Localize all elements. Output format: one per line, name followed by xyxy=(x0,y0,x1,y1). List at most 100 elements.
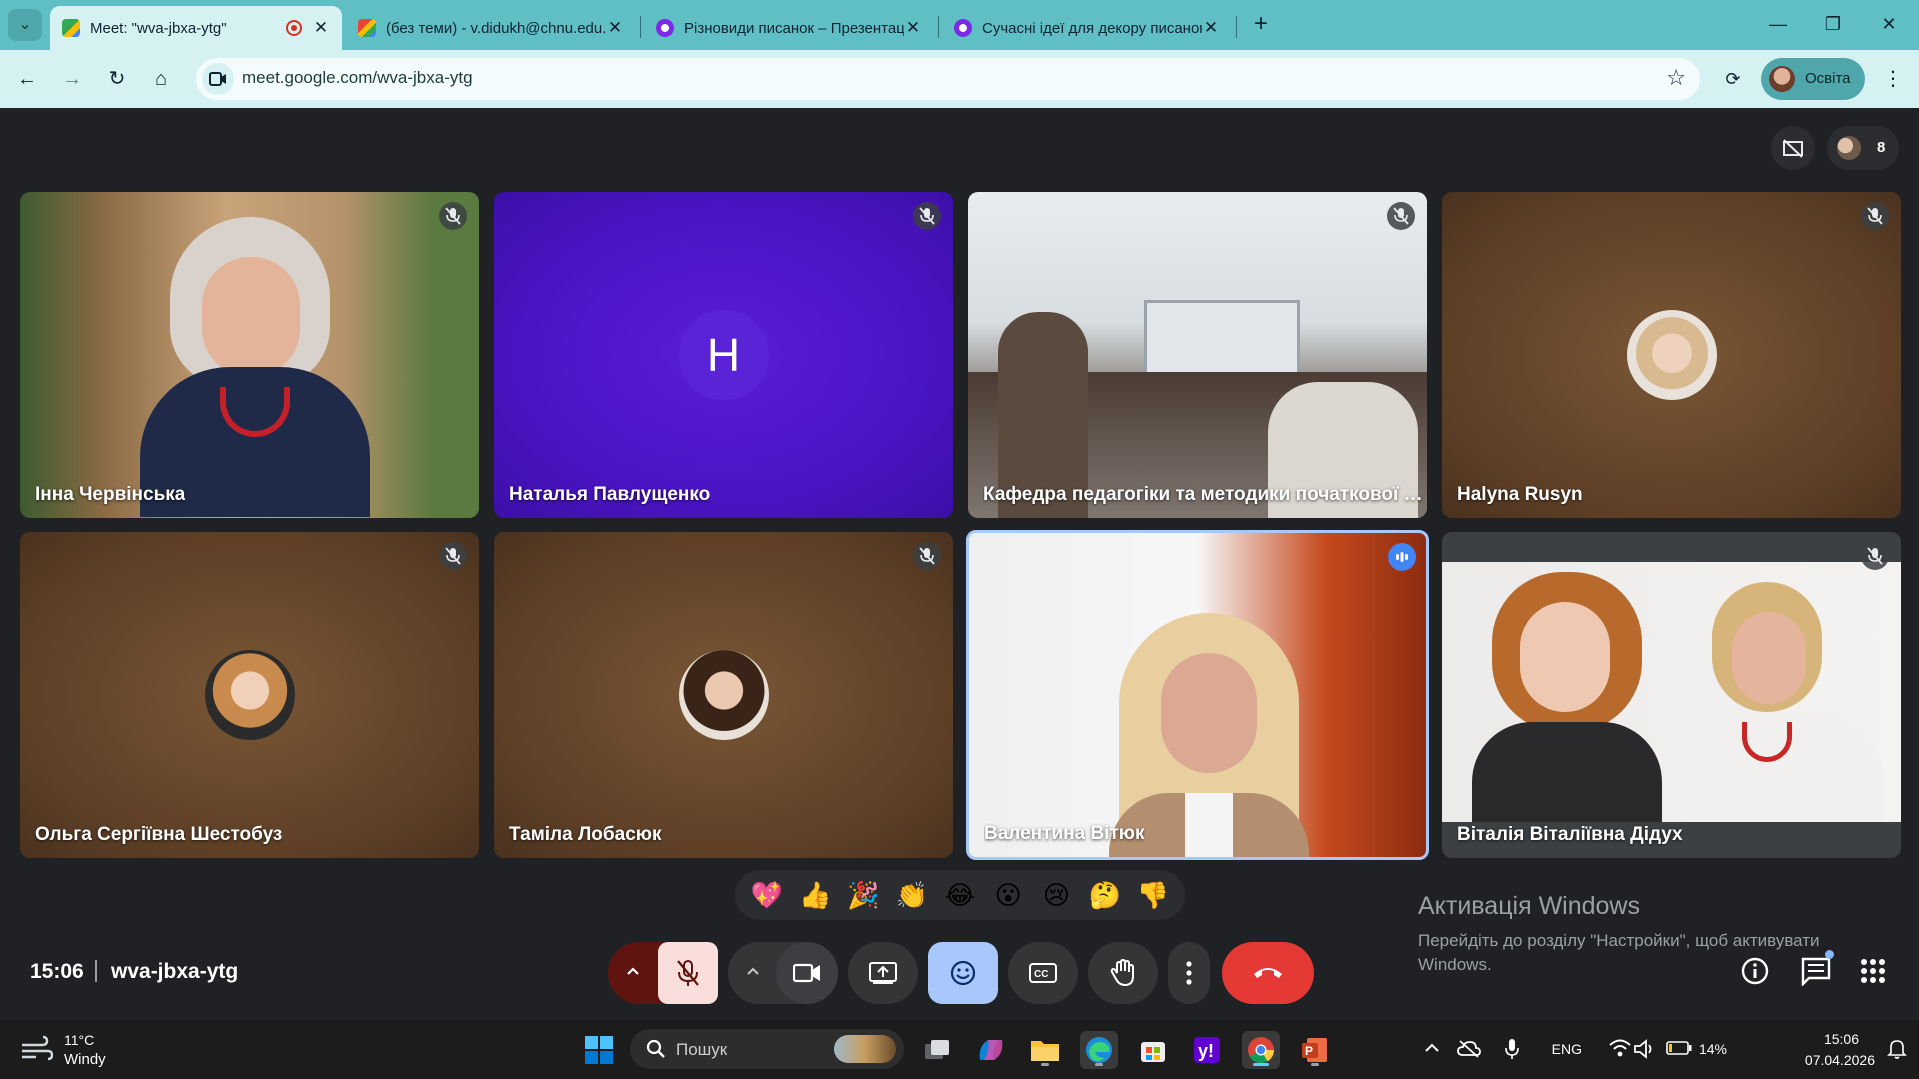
battery-icon[interactable] xyxy=(1666,1041,1692,1055)
microphone-icon[interactable] xyxy=(1505,1038,1519,1060)
video-tile[interactable]: Віталія Віталіївна Дідух xyxy=(1442,532,1901,858)
participant-name: Таміла Лобасюк xyxy=(509,824,662,845)
more-options-button[interactable] xyxy=(1168,942,1210,1004)
home-button[interactable]: ⌂ xyxy=(144,62,178,96)
profile-label: Освіта xyxy=(1805,70,1851,87)
task-view-icon[interactable] xyxy=(918,1031,956,1069)
battery-percent: 14% xyxy=(1698,1041,1727,1057)
reaction-thinking-icon[interactable]: 🤔 xyxy=(1085,880,1125,911)
tab-separator xyxy=(938,16,939,38)
audio-options-button[interactable] xyxy=(608,942,658,1004)
camera-toggle-button[interactable] xyxy=(776,942,838,1004)
edge-icon[interactable] xyxy=(1080,1031,1118,1069)
mic-toggle-button[interactable] xyxy=(658,942,718,1004)
reaction-thumbs-up-icon[interactable]: 👍 xyxy=(795,880,835,911)
canva-favicon-icon xyxy=(954,19,972,37)
chrome-icon[interactable] xyxy=(1242,1031,1280,1069)
reaction-heart-icon[interactable]: 💖 xyxy=(747,880,787,911)
back-button[interactable]: ← xyxy=(10,62,44,96)
video-tile[interactable]: Кафедра педагогіки та методики початково… xyxy=(968,192,1427,518)
participant-avatar xyxy=(1626,310,1717,400)
reaction-clap-icon[interactable]: 👏 xyxy=(892,880,932,911)
svg-text:P: P xyxy=(1305,1044,1313,1058)
participant-name: Віталія Віталіївна Дідух xyxy=(1457,824,1683,845)
url-text: meet.google.com/wva-jbxa-ytg xyxy=(242,68,473,87)
reload-button[interactable]: ↻ xyxy=(100,62,134,96)
video-tile[interactable]: Halyna Rusyn xyxy=(1442,192,1901,518)
close-tab-icon[interactable]: ✕ xyxy=(606,18,624,38)
video-options-button[interactable] xyxy=(728,942,778,1004)
windows-start-icon[interactable] xyxy=(580,1031,618,1069)
reactions-toggle-button[interactable] xyxy=(928,942,998,1004)
reaction-sad-icon[interactable]: 😢 xyxy=(1036,880,1076,911)
raise-hand-button[interactable] xyxy=(1088,942,1158,1004)
reaction-party-icon[interactable]: 🎉 xyxy=(844,880,884,911)
taskbar-date[interactable]: 07.04.2026 xyxy=(1805,1052,1875,1068)
running-indicator xyxy=(1095,1063,1103,1066)
hide-video-icon[interactable] xyxy=(1771,126,1815,170)
language-indicator[interactable]: ENG xyxy=(1552,1041,1582,1057)
video-tile[interactable]: Таміла Лобасюк xyxy=(494,532,953,858)
new-tab-button[interactable]: + xyxy=(1246,10,1276,38)
reaction-surprised-icon[interactable]: 😮 xyxy=(988,880,1028,911)
tab-search-button[interactable]: ⌄ xyxy=(8,9,42,41)
file-explorer-icon[interactable] xyxy=(1026,1031,1064,1069)
bookmark-star-icon[interactable]: ☆ xyxy=(1666,65,1686,91)
chevron-up-icon[interactable] xyxy=(1425,1043,1439,1053)
search-highlight-image xyxy=(834,1035,896,1063)
wifi-icon[interactable] xyxy=(1609,1039,1631,1057)
close-tab-icon[interactable]: ✕ xyxy=(1202,18,1220,38)
minimize-button[interactable]: — xyxy=(1755,8,1801,40)
muted-mic-icon xyxy=(1861,202,1889,230)
participant-name: Інна Червінська xyxy=(35,484,186,505)
address-bar[interactable]: meet.google.com/wva-jbxa-ytg ☆ xyxy=(196,58,1700,100)
copilot-icon[interactable] xyxy=(972,1031,1010,1069)
meeting-time: 15:06 xyxy=(30,960,84,983)
reaction-laugh-icon[interactable]: 😂 xyxy=(940,880,980,911)
captions-button[interactable]: CC xyxy=(1008,942,1078,1004)
reaction-thumbs-down-icon[interactable]: 👎 xyxy=(1133,880,1173,911)
video-tile[interactable]: Н Наталья Павлущенко xyxy=(494,192,953,518)
windows-activation-watermark: Активація Windows Перейдіть до розділу "… xyxy=(1418,892,1878,977)
volume-icon[interactable] xyxy=(1634,1039,1656,1059)
participant-avatar xyxy=(204,650,295,740)
tab-title: Різновиди писанок – Презентація xyxy=(684,19,904,37)
close-tab-icon[interactable]: ✕ xyxy=(312,18,330,38)
tab-decor[interactable]: Сучасні ідеї для декору писанок ✕ xyxy=(942,6,1232,50)
muted-mic-icon xyxy=(1861,542,1889,570)
close-tab-icon[interactable]: ✕ xyxy=(904,18,922,38)
cloud-offline-icon[interactable] xyxy=(1457,1040,1481,1058)
present-screen-button[interactable] xyxy=(848,942,918,1004)
reactions-bar: 💖 👍 🎉 👏 😂 😮 😢 🤔 👎 xyxy=(735,870,1185,920)
search-icon xyxy=(646,1039,665,1058)
yahoo-icon[interactable]: y! xyxy=(1188,1031,1226,1069)
site-info-icon[interactable] xyxy=(202,63,234,95)
forward-button[interactable]: → xyxy=(55,62,89,96)
notification-bell-icon[interactable] xyxy=(1887,1038,1907,1060)
taskbar-time[interactable]: 15:06 xyxy=(1824,1031,1859,1047)
taskbar-search[interactable]: Пошук xyxy=(630,1029,904,1069)
svg-text:y!: y! xyxy=(1198,1041,1214,1061)
restore-button[interactable]: ❐ xyxy=(1810,8,1856,40)
participant-initial-avatar: Н xyxy=(678,310,769,400)
profile-button[interactable]: Освіта xyxy=(1761,58,1865,100)
close-window-button[interactable]: ✕ xyxy=(1866,8,1912,40)
video-tile[interactable]: Інна Червінська xyxy=(20,192,479,518)
participants-button[interactable]: 8 xyxy=(1827,126,1899,170)
microsoft-store-icon[interactable] xyxy=(1134,1031,1172,1069)
tab-meet[interactable]: Meet: "wva-jbxa-ytg" ✕ xyxy=(50,6,342,50)
canva-favicon-icon xyxy=(656,19,674,37)
video-tile[interactable]: Ольга Сергіївна Шестобуз xyxy=(20,532,479,858)
speaking-indicator-icon xyxy=(1388,543,1416,571)
recording-indicator-icon xyxy=(286,20,302,36)
video-tile-speaking[interactable]: Валентина Вітюк xyxy=(966,530,1429,860)
menu-kebab-icon[interactable]: ⋮ xyxy=(1876,62,1910,96)
search-label: Пошук xyxy=(676,1040,728,1059)
tab-presentation[interactable]: Різновиди писанок – Презентація ✕ xyxy=(644,6,934,50)
extensions-icon[interactable]: ⟳ xyxy=(1716,62,1750,96)
weather-desc: Windy xyxy=(64,1051,106,1068)
end-call-button[interactable] xyxy=(1222,942,1314,1004)
muted-mic-icon xyxy=(913,202,941,230)
tab-gmail[interactable]: (без теми) - v.didukh@chnu.edu.ua ✕ xyxy=(346,6,636,50)
powerpoint-icon[interactable]: P xyxy=(1296,1031,1334,1069)
